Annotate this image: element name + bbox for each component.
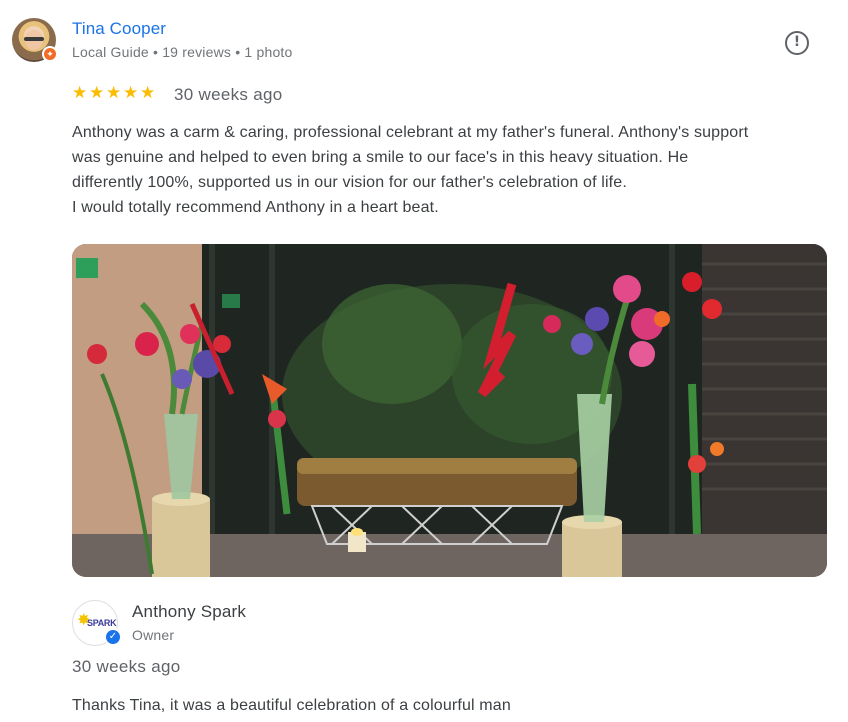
verified-check-icon: ✓ xyxy=(104,628,122,646)
review-card: ✦ Tina Cooper Local Guide • 19 reviews •… xyxy=(0,0,848,722)
review-line: I would totally recommend Anthony in a h… xyxy=(72,199,439,216)
review-date: 30 weeks ago xyxy=(174,85,283,104)
photo-illustration xyxy=(72,244,827,577)
review-photo[interactable] xyxy=(72,244,827,577)
star-icon: ★ xyxy=(140,83,156,102)
owner-logo-text: SPARK xyxy=(87,618,117,628)
owner-role: Owner xyxy=(132,627,175,643)
report-review-icon[interactable]: ! xyxy=(785,31,809,55)
reply-text: Thanks Tina, it was a beautiful celebrat… xyxy=(72,697,511,714)
review-body: Anthony was a carm & caring, professiona… xyxy=(72,120,832,220)
star-rating: ★ ★ ★ ★ ★ xyxy=(72,83,157,103)
review-line: differently 100%, supported us in our vi… xyxy=(72,174,627,191)
review-line: was genuine and helped to even bring a s… xyxy=(72,149,689,166)
reviewer-name-link[interactable]: Tina Cooper xyxy=(72,19,166,39)
reviewer-avatar[interactable]: ✦ xyxy=(12,18,58,62)
star-icon: ★ xyxy=(123,83,139,102)
owner-avatar[interactable]: ✸ SPARK ✓ xyxy=(72,600,122,646)
owner-name: Anthony Spark xyxy=(132,602,247,621)
review-line: Anthony was a carm & caring, professiona… xyxy=(72,124,749,141)
reviewer-meta[interactable]: Local Guide • 19 reviews • 1 photo xyxy=(72,44,293,60)
star-icon: ★ xyxy=(106,83,122,102)
avatar-glasses xyxy=(24,37,44,41)
star-icon: ★ xyxy=(89,83,105,102)
reply-date: 30 weeks ago xyxy=(72,657,181,676)
star-icon: ★ xyxy=(72,83,88,102)
local-guide-badge-icon: ✦ xyxy=(42,46,58,62)
